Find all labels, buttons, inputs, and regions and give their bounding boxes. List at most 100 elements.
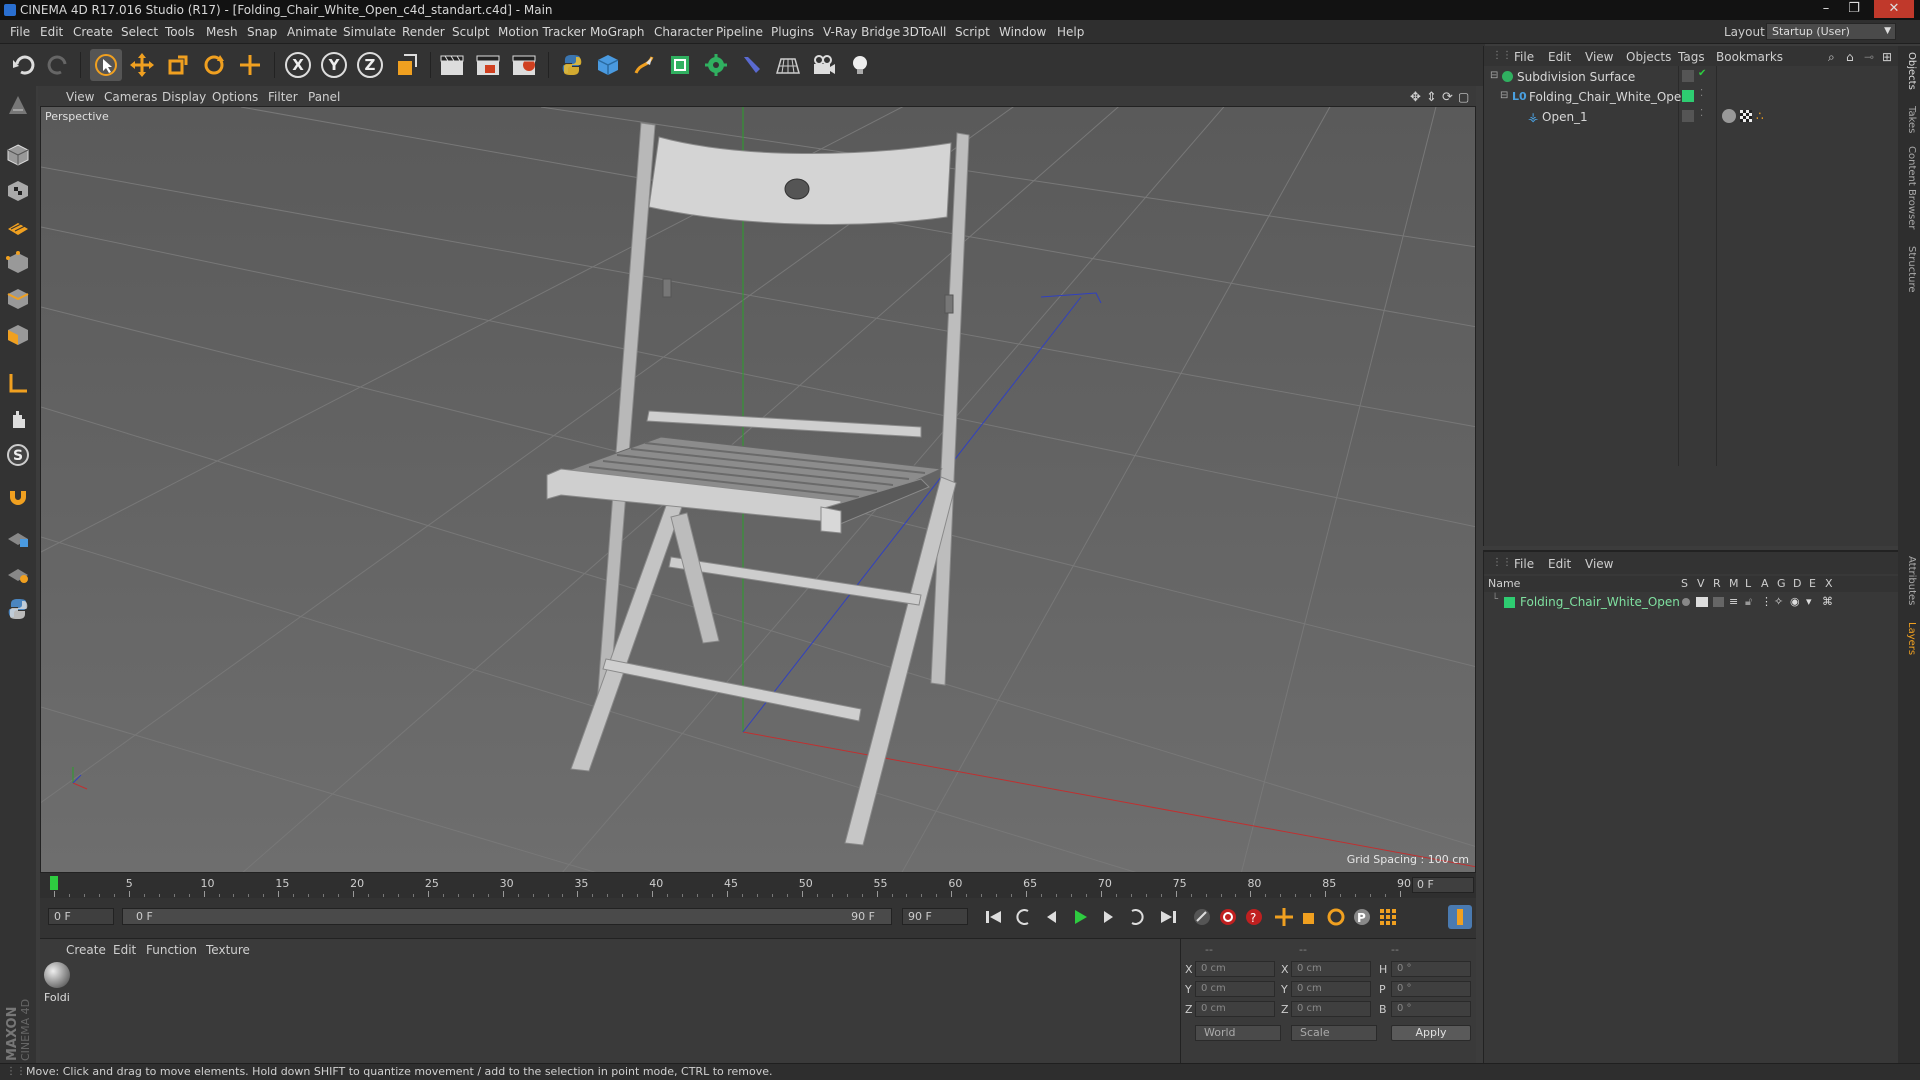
menu-simulate[interactable]: Simulate [343,25,396,39]
eye-icon[interactable] [1696,597,1708,607]
objects-menu-file[interactable]: File [1514,50,1534,64]
layers-menu-file[interactable]: File [1514,557,1534,571]
light-button[interactable] [844,49,876,81]
viewport-menu-panel[interactable]: Panel [308,90,340,104]
magnet-button[interactable] [3,484,33,514]
menu-help[interactable]: Help [1057,25,1084,39]
end-frame-field[interactable]: 90 F [902,908,968,925]
tweak-mode-button[interactable] [3,404,33,434]
checkmark-icon[interactable]: ✔ [1698,68,1706,79]
coord-mode-dropdown[interactable]: World [1195,1025,1281,1041]
deformer-icon[interactable]: ◉ [1790,595,1800,608]
motion-path-button[interactable] [1190,905,1214,929]
planar-workplane-button[interactable] [3,558,33,588]
layers-menu-view[interactable]: View [1585,557,1613,571]
material-menu-create[interactable]: Create [66,943,106,957]
menu-mograph[interactable]: MoGraph [590,25,645,39]
col-view[interactable]: V [1697,577,1705,590]
rot-b-field[interactable]: 0 ° [1391,1001,1471,1017]
object-row-open-1[interactable]: ⚶ Open_1 ⁚ ∴ [1484,108,1899,128]
go-to-start-button[interactable] [982,905,1006,929]
menu-mesh[interactable]: Mesh [206,25,238,39]
viewport-dolly-icon[interactable]: ⇕ [1426,90,1437,105]
redo-button[interactable] [42,49,74,81]
manager-icon[interactable]: ≡ [1729,595,1738,608]
objects-menu-tags[interactable]: Tags [1678,50,1705,64]
viewport-rotate-icon[interactable]: ⟳ [1442,90,1453,105]
material-menu-function[interactable]: Function [146,943,197,957]
layer-color-tag[interactable] [1682,90,1694,102]
rotate-button[interactable] [198,49,230,81]
size-z-field[interactable]: 0 cm [1291,1001,1371,1017]
key-scale-button[interactable] [1298,905,1322,929]
subdivision-button[interactable] [664,49,696,81]
current-frame-field[interactable]: 0 F [1412,877,1474,893]
menu-create[interactable]: Create [73,25,113,39]
viewport-maximize-icon[interactable]: ▢ [1458,90,1469,104]
col-locked[interactable]: L [1745,577,1751,590]
scale-button[interactable] [162,49,194,81]
collapse-icon[interactable]: ⊟ [1490,70,1498,81]
make-editable-button[interactable] [3,90,33,120]
collapse-icon[interactable]: ⊟ [1500,90,1508,101]
deformer-button[interactable] [736,49,768,81]
menu-vray-bridge[interactable]: V-Ray Bridge [823,25,900,39]
viewport-menu-view[interactable]: View [66,90,94,104]
material-menu-edit[interactable]: Edit [113,943,136,957]
menu-animate[interactable]: Animate [287,25,337,39]
link-icon[interactable]: ⊸ [1864,50,1874,64]
axis-mode-button[interactable] [3,368,33,398]
camera-button[interactable] [808,49,840,81]
col-expressions[interactable]: E [1809,577,1816,590]
coordinate-system-button[interactable] [390,49,422,81]
object-row-folding-chair[interactable]: ⊟ L0 Folding_Chair_White_Open ⁚ [1484,88,1899,108]
tab-structure[interactable]: Structure [1901,246,1917,293]
playhead[interactable] [50,876,58,890]
phong-tag-icon[interactable]: ∴ [1756,109,1764,123]
timeline-ruler[interactable]: 051015202530354045505560657075808590 0 F [40,873,1476,898]
texture-tag-icon[interactable] [1740,110,1752,122]
floor-button[interactable] [772,49,804,81]
mograph-cloner-button[interactable] [700,49,732,81]
menu-3dtoall[interactable]: 3DToAll [902,25,946,39]
col-xref[interactable]: X [1825,577,1833,590]
objects-menu-view[interactable]: View [1585,50,1613,64]
key-rotation-button[interactable] [1324,905,1348,929]
key-pla-button[interactable] [1376,905,1400,929]
render-view-button[interactable] [436,49,468,81]
frame-range-slider[interactable]: 0 F 90 F [122,908,892,925]
size-mode-dropdown[interactable]: Scale [1291,1025,1377,1041]
next-frame-button[interactable] [1096,905,1120,929]
col-manager[interactable]: M [1729,577,1739,590]
key-position-button[interactable] [1272,905,1296,929]
viewport-menu-filter[interactable]: Filter [268,90,298,104]
visibility-dots-icon[interactable]: ⁚ [1700,108,1703,119]
model-mode-button[interactable] [3,140,33,170]
menu-select[interactable]: Select [121,25,158,39]
render-to-picture-viewer-button[interactable] [472,49,504,81]
pos-x-field[interactable]: 0 cm [1195,961,1275,977]
col-animation[interactable]: A [1761,577,1769,590]
key-parameter-button[interactable]: P [1350,905,1374,929]
edges-mode-button[interactable] [3,284,33,314]
record-button[interactable] [1216,905,1240,929]
col-deformers[interactable]: D [1793,577,1801,590]
menu-edit[interactable]: Edit [40,25,63,39]
pos-z-field[interactable]: 0 cm [1195,1001,1275,1017]
viewport-menu-options[interactable]: Options [212,90,258,104]
menu-plugins[interactable]: Plugins [771,25,814,39]
menu-pipeline[interactable]: Pipeline [716,25,763,39]
render-settings-button[interactable] [508,49,540,81]
xref-icon[interactable]: ⌘ [1822,595,1833,608]
play-button[interactable] [1068,905,1092,929]
undo-button[interactable] [8,49,40,81]
rot-h-field[interactable]: 0 ° [1391,961,1471,977]
texture-mode-button[interactable] [3,176,33,206]
minimize-icon[interactable]: – [1812,0,1840,18]
home-icon[interactable]: ⌂ [1846,50,1854,64]
tab-attributes[interactable]: Attributes [1901,556,1917,605]
layer-toggle-icon[interactable] [1682,110,1694,122]
menu-window[interactable]: Window [999,25,1046,39]
layer-color-swatch[interactable] [1504,597,1515,608]
workplane-mode-button[interactable] [3,212,33,242]
